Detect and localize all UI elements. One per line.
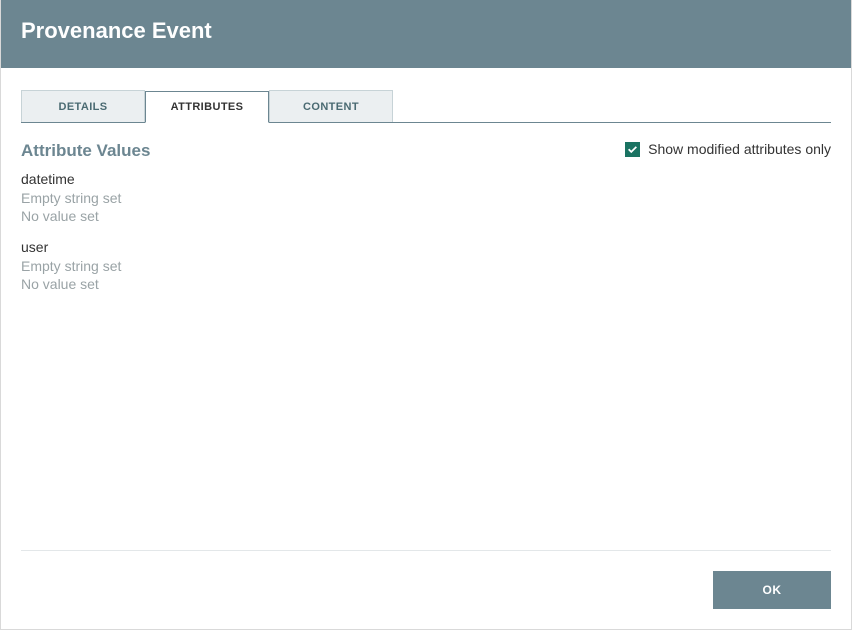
attribute-list: datetimeEmpty string setNo value setuser… bbox=[21, 171, 831, 293]
attribute-block: user Empty string setNo value set bbox=[21, 239, 831, 293]
provenance-event-dialog: Provenance Event DETAILS ATTRIBUTES CONT… bbox=[0, 0, 852, 630]
attribute-current-value: No value set bbox=[21, 276, 831, 294]
attributes-panel: Attribute Values Show modified attribute… bbox=[21, 123, 831, 550]
dialog-footer: OK bbox=[21, 550, 831, 629]
dialog-title: Provenance Event bbox=[21, 18, 831, 44]
checkbox-icon[interactable] bbox=[625, 142, 640, 157]
attribute-previous-value: Empty string set bbox=[21, 258, 831, 276]
tab-attributes[interactable]: ATTRIBUTES bbox=[145, 91, 269, 123]
attribute-name: user bbox=[21, 239, 831, 255]
attribute-current-value: No value set bbox=[21, 208, 831, 226]
dialog-header: Provenance Event bbox=[1, 0, 851, 68]
ok-button[interactable]: OK bbox=[713, 571, 831, 609]
attribute-block: datetime Empty string setNo value set bbox=[21, 171, 831, 225]
show-modified-toggle[interactable]: Show modified attributes only bbox=[625, 141, 831, 157]
tab-bar: DETAILS ATTRIBUTES CONTENT bbox=[21, 90, 831, 123]
show-modified-label: Show modified attributes only bbox=[648, 141, 831, 157]
attribute-previous-value: Empty string set bbox=[21, 190, 831, 208]
tab-content[interactable]: CONTENT bbox=[269, 90, 393, 122]
dialog-body: DETAILS ATTRIBUTES CONTENT Attribute Val… bbox=[1, 68, 851, 550]
check-icon bbox=[627, 144, 638, 155]
tab-details[interactable]: DETAILS bbox=[21, 90, 145, 122]
attribute-name: datetime bbox=[21, 171, 831, 187]
